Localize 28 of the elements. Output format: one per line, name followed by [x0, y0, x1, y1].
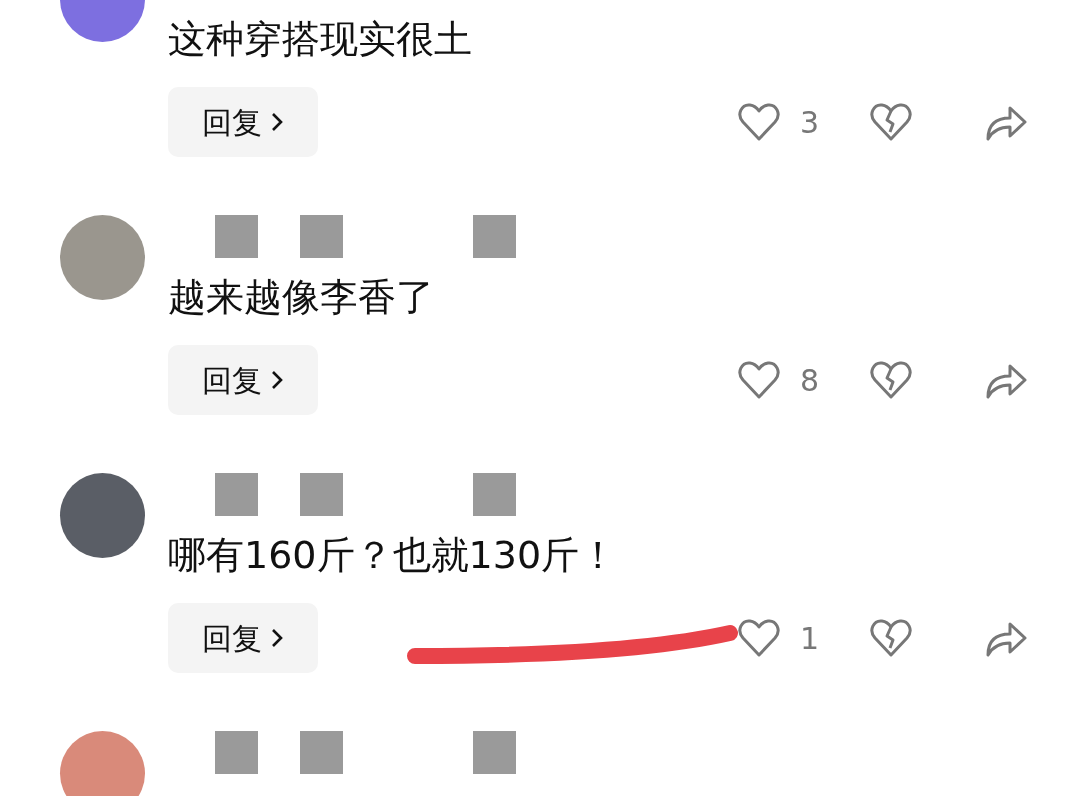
redaction-block [300, 731, 343, 774]
redaction-block [300, 473, 343, 516]
redaction-block [215, 473, 258, 516]
chevron-right-icon [270, 627, 284, 649]
redaction-block [473, 215, 516, 258]
redaction-block [215, 731, 258, 774]
reply-button[interactable]: 回复 [168, 87, 318, 157]
redaction-block [473, 731, 516, 774]
like-count: 1 [799, 619, 821, 658]
chevron-right-icon [270, 111, 284, 133]
redaction-block [473, 473, 516, 516]
broken-heart-icon[interactable] [870, 102, 912, 142]
broken-heart-icon[interactable] [870, 618, 912, 658]
comment-text: 这种穿搭现实很土 [168, 16, 473, 63]
heart-icon[interactable] [738, 102, 780, 142]
like-count: 3 [799, 103, 821, 142]
chevron-right-icon [270, 369, 284, 391]
reply-button[interactable]: 回复 [168, 345, 318, 415]
broken-heart-icon[interactable] [870, 360, 912, 400]
comment-text: 哪有160斤？也就130斤！ [168, 532, 619, 579]
avatar[interactable] [60, 731, 145, 796]
redaction-block [300, 215, 343, 258]
comment-text: 越来越像李香了 [168, 274, 435, 321]
like-count: 8 [799, 361, 821, 400]
redaction-block [215, 215, 258, 258]
heart-icon[interactable] [738, 618, 780, 658]
heart-icon[interactable] [738, 360, 780, 400]
reply-button[interactable]: 回复 [168, 603, 318, 673]
